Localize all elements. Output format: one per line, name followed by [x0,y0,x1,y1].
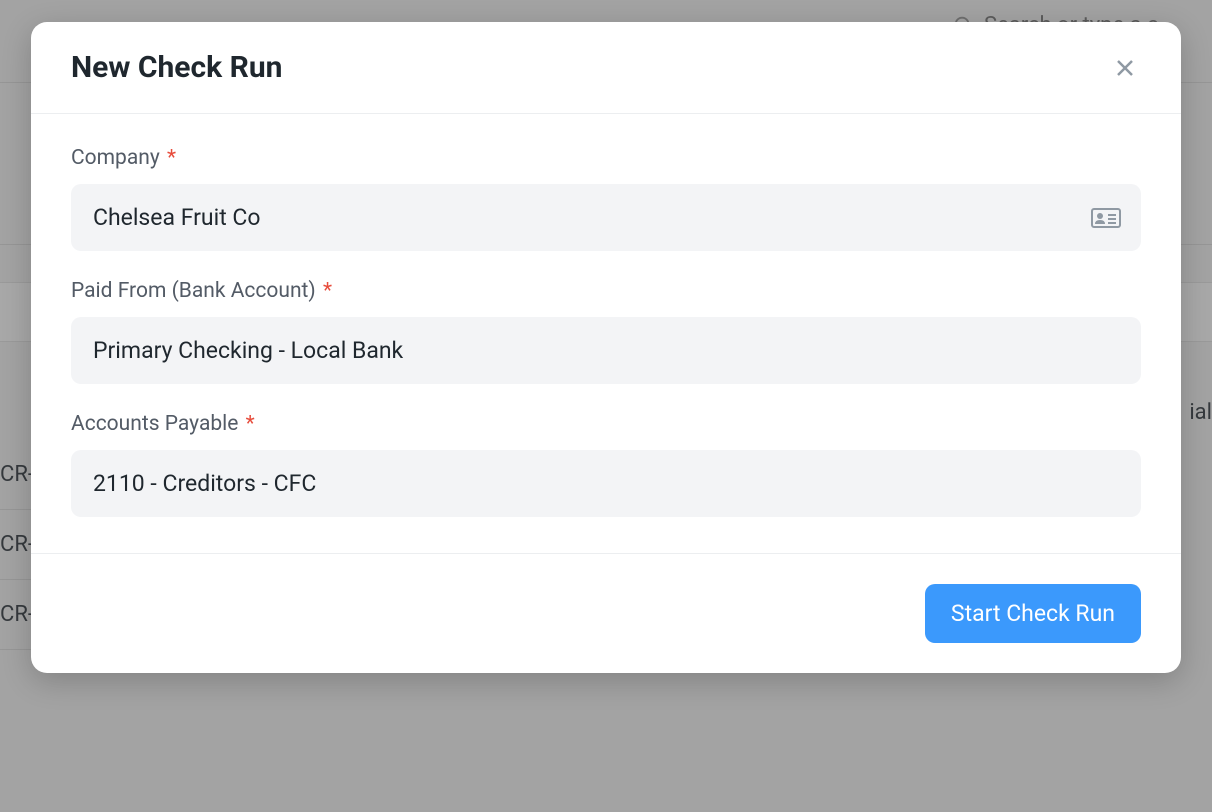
accounts-payable-field-group: Accounts Payable * [71,412,1141,517]
company-input[interactable] [71,184,1141,251]
paid-from-label-text: Paid From (Bank Account) [71,279,316,303]
company-input-wrapper [71,184,1141,251]
company-field-group: Company * [71,146,1141,251]
paid-from-field-group: Paid From (Bank Account) * [71,279,1141,384]
modal-title: New Check Run [71,50,282,85]
modal-header: New Check Run [31,22,1181,114]
accounts-payable-input[interactable] [71,450,1141,517]
required-asterisk: * [323,279,332,303]
accounts-payable-label: Accounts Payable * [71,412,1141,436]
paid-from-input[interactable] [71,317,1141,384]
new-check-run-modal: New Check Run Company * [31,22,1181,673]
modal-body: Company * Paid From (Bank Account) * [31,114,1181,553]
close-button[interactable] [1109,52,1141,84]
start-check-run-button[interactable]: Start Check Run [925,584,1141,643]
paid-from-input-wrapper [71,317,1141,384]
accounts-payable-label-text: Accounts Payable [71,412,238,436]
company-label-text: Company [71,146,160,170]
required-asterisk: * [167,146,176,170]
paid-from-label: Paid From (Bank Account) * [71,279,1141,303]
id-card-icon[interactable] [1091,206,1121,230]
company-label: Company * [71,146,1141,170]
required-asterisk: * [246,412,255,436]
accounts-payable-input-wrapper [71,450,1141,517]
modal-overlay: New Check Run Company * [0,0,1212,812]
close-icon [1113,56,1137,80]
modal-footer: Start Check Run [31,553,1181,673]
